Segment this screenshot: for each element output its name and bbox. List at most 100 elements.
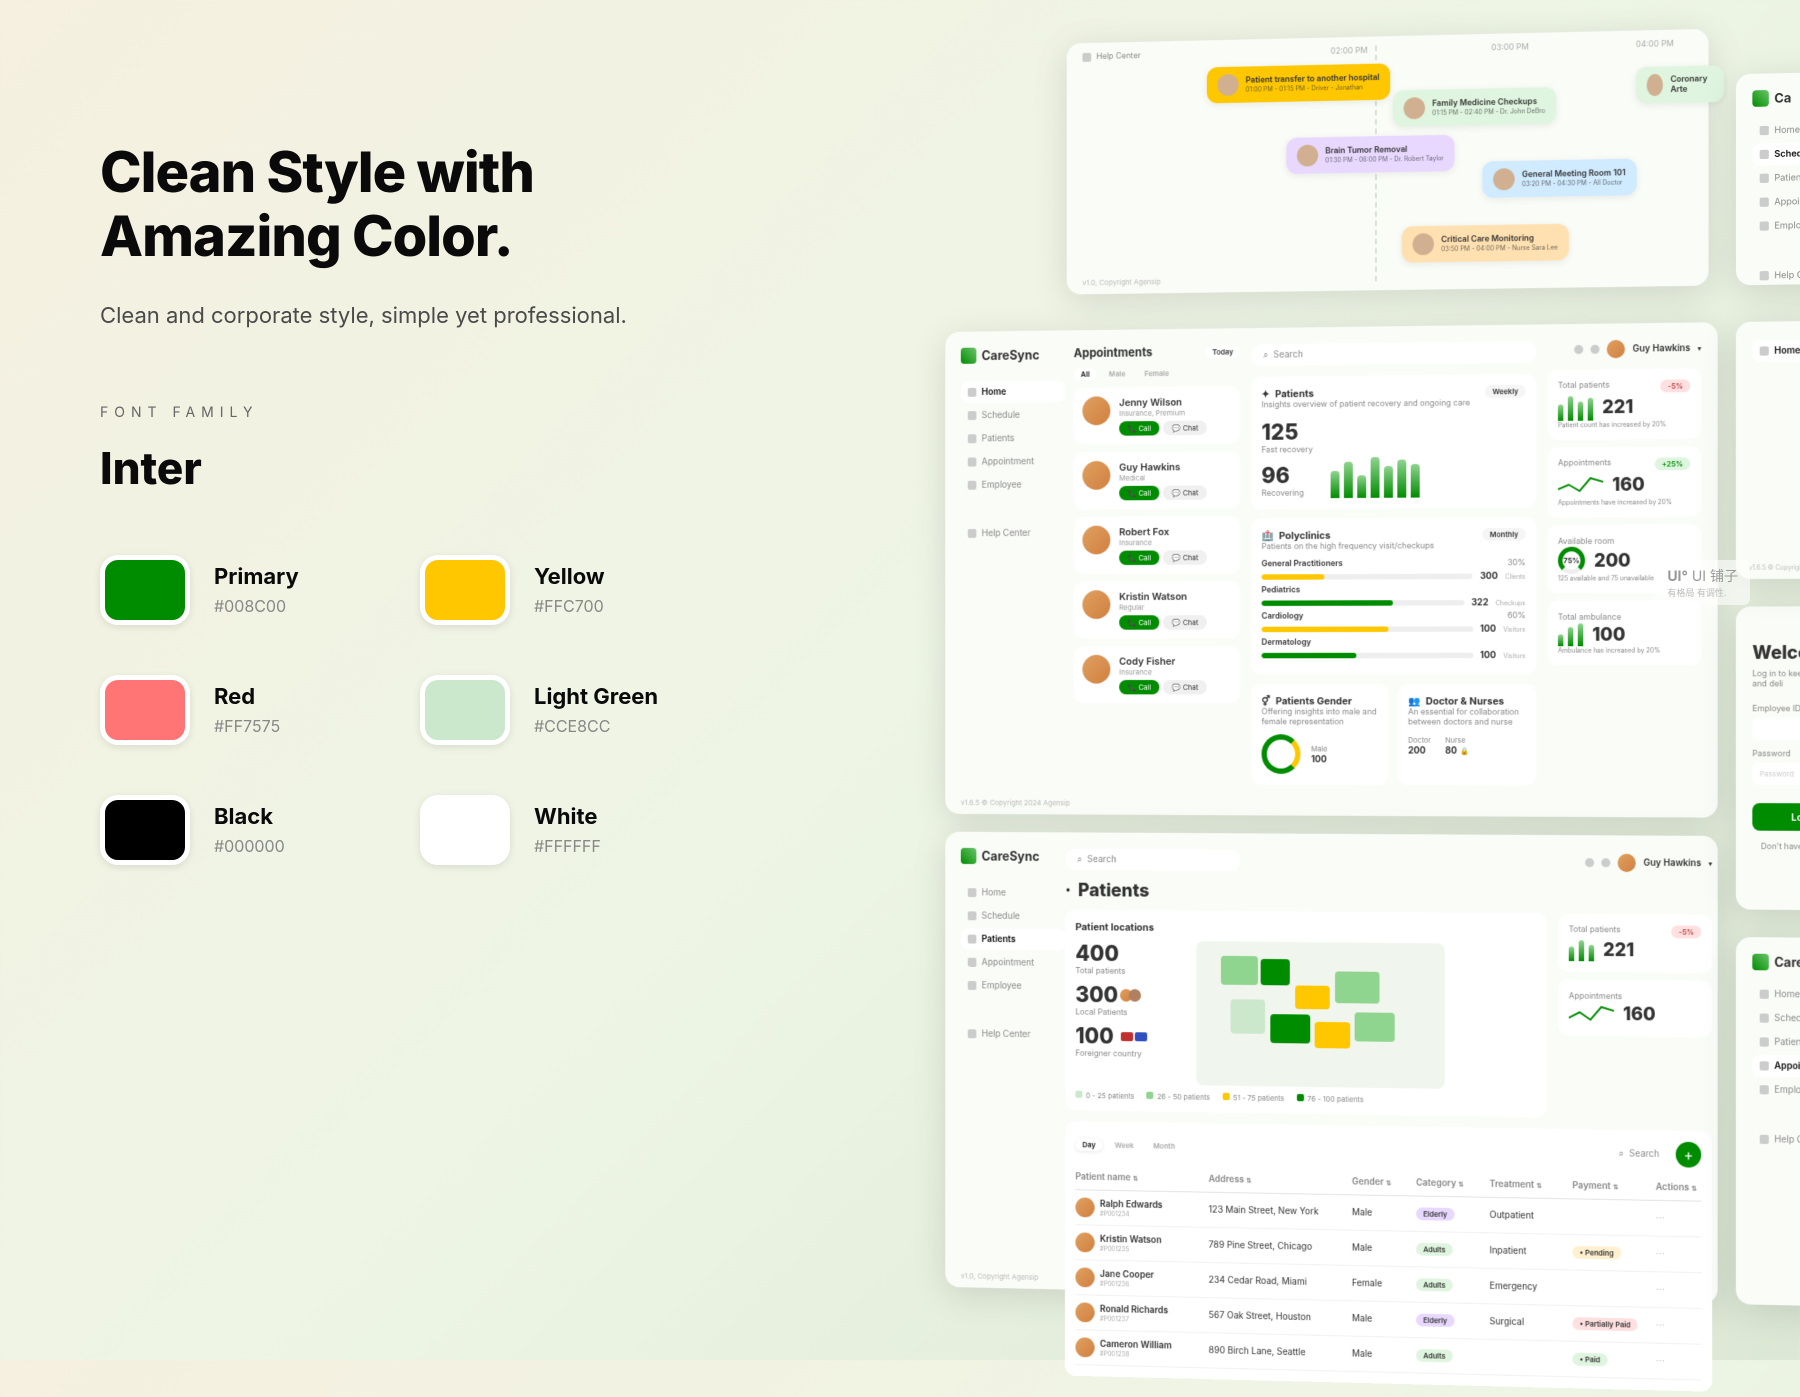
sidebar-item-schedule[interactable]: Schedule xyxy=(961,404,1065,426)
sidebar-item-schedule[interactable]: Schedule xyxy=(961,905,1065,927)
login-button[interactable]: Login xyxy=(1752,803,1800,831)
headline-line1: Clean Style with xyxy=(100,140,700,204)
footer-copyright: v1.0, Copyright Agensip xyxy=(1082,277,1160,287)
no-account-link[interactable]: Don't have an account xyxy=(1752,842,1800,853)
more-icon[interactable]: ⋯ xyxy=(1656,1213,1701,1225)
timeline-event[interactable]: Family Medicine Checkups01:15 PM - 02:40… xyxy=(1393,87,1556,127)
user-name[interactable]: Guy Hawkins xyxy=(1633,343,1691,355)
sidebar-item-appointment[interactable]: Appointment xyxy=(961,951,1065,974)
patients-panel-sub: Insights overview of patient recovery an… xyxy=(1262,398,1526,411)
chat-button[interactable]: 💬 Chat xyxy=(1163,485,1207,500)
password-input[interactable]: Password xyxy=(1752,763,1800,785)
chat-button[interactable]: 💬 Chat xyxy=(1163,680,1207,694)
call-button[interactable]: 📞 Call xyxy=(1119,615,1160,629)
sidebar-item-home[interactable]: Home xyxy=(961,381,1065,404)
sidebar-item-home[interactable]: Home xyxy=(1752,118,1800,142)
sidebar-item-schedule[interactable]: Schedule xyxy=(1752,1007,1800,1030)
help-center-link[interactable]: Help Center xyxy=(1096,51,1140,62)
chat-button[interactable]: 💬 Chat xyxy=(1163,615,1207,629)
add-button[interactable]: + xyxy=(1676,1142,1701,1168)
sidebar-item-patients[interactable]: Patients xyxy=(961,928,1065,950)
us-map xyxy=(1196,941,1444,1089)
timeline-event[interactable]: Coronary Arte xyxy=(1636,65,1724,103)
monthly-dropdown[interactable]: Monthly xyxy=(1483,528,1526,541)
search-input[interactable]: ⌕ Search xyxy=(1251,341,1536,366)
sidebar-item-appointment[interactable]: Appointment xyxy=(961,451,1065,473)
sidebar-item-appointment[interactable]: Appointment xyxy=(1752,189,1800,213)
search-input[interactable]: ⌕Search xyxy=(1065,849,1240,872)
timeline-event[interactable]: Patient transfer to another hospital01:0… xyxy=(1207,63,1390,103)
call-button[interactable]: 📞 Call xyxy=(1119,486,1160,501)
sidebar-item-patients[interactable]: Patients xyxy=(961,427,1065,449)
mockup-dashboard-home: CareSync HomeSchedulePatientsAppointment… xyxy=(945,322,1717,817)
timeline-event[interactable]: Critical Care Monitoring03:50 PM - 04:00… xyxy=(1402,224,1569,263)
more-icon[interactable]: ⋯ xyxy=(1656,1248,1701,1260)
sidebar-item-employee[interactable]: Employee xyxy=(961,975,1065,998)
patients-icon xyxy=(968,434,977,443)
user-avatar[interactable] xyxy=(1607,340,1625,358)
sidebar-item-patients[interactable]: Patients xyxy=(1752,166,1800,190)
chevron-down-icon[interactable]: ▾ xyxy=(1709,859,1713,868)
call-button[interactable]: 📞 Call xyxy=(1119,680,1160,694)
more-icon[interactable]: ⋯ xyxy=(1656,1356,1701,1368)
user-name[interactable]: Guy Hawkins xyxy=(1643,858,1701,869)
appointment-card[interactable]: Cody FisherInsurance📞 Call💬 Chat xyxy=(1074,646,1241,704)
sparkle-icon: ✦ xyxy=(1262,387,1270,400)
sidebar-item-employee[interactable]: Employee xyxy=(961,474,1065,496)
column-header[interactable]: Gender ⇅ xyxy=(1352,1176,1405,1188)
call-button[interactable]: 📞 Call xyxy=(1119,421,1160,436)
call-button[interactable]: 📞 Call xyxy=(1119,550,1160,565)
user-avatar[interactable] xyxy=(1618,854,1636,872)
timeline-event[interactable]: Brain Tumor Removal01:30 PM - 06:00 PM -… xyxy=(1286,135,1454,174)
more-icon[interactable]: ⋯ xyxy=(1656,1284,1701,1296)
sidebar-item-appointment[interactable]: Appointment xyxy=(1752,1055,1800,1079)
column-header[interactable]: Actions ⇅ xyxy=(1656,1182,1701,1194)
appointment-card[interactable]: Guy HawkinsMedical📞 Call💬 Chat xyxy=(1074,451,1241,510)
gear-icon[interactable] xyxy=(1585,858,1594,867)
sidebar-item-help[interactable]: Help Center xyxy=(961,522,1065,544)
sidebar-item-employee[interactable]: Employee xyxy=(1752,1079,1800,1103)
weekly-dropdown[interactable]: Weekly xyxy=(1485,385,1525,398)
appointment-card[interactable]: Jenny WilsonInsurance, Premium📞 Call💬 Ch… xyxy=(1074,386,1241,445)
sidebar-item-home[interactable]: Home xyxy=(1752,339,1800,362)
bell-icon[interactable] xyxy=(1591,345,1600,354)
gear-icon[interactable] xyxy=(1575,345,1584,354)
tab-day[interactable]: Day xyxy=(1075,1138,1102,1151)
tab-male[interactable]: Male xyxy=(1102,367,1132,380)
employee-icon xyxy=(968,481,977,490)
chevron-down-icon[interactable]: ▾ xyxy=(1698,344,1702,353)
tab-female[interactable]: Female xyxy=(1138,367,1176,380)
column-header[interactable]: Payment ⇅ xyxy=(1572,1180,1644,1192)
mini-bar-chart xyxy=(1558,622,1583,646)
tab-month[interactable]: Month xyxy=(1146,1139,1182,1152)
sidebar-item-home[interactable]: Home xyxy=(1752,983,1800,1006)
tab-week[interactable]: Week xyxy=(1108,1139,1141,1152)
column-header[interactable]: Category ⇅ xyxy=(1416,1177,1479,1189)
more-icon[interactable]: ⋯ xyxy=(1656,1320,1701,1332)
employee-id-input[interactable] xyxy=(1752,718,1800,740)
appointment-card[interactable]: Robert FoxInsurance📞 Call💬 Chat xyxy=(1074,516,1241,574)
sidebar-item-help[interactable]: Help Center xyxy=(1752,1128,1800,1152)
sidebar-item-schedule[interactable]: Schedule xyxy=(1752,142,1800,166)
column-header[interactable]: Treatment ⇅ xyxy=(1490,1179,1562,1191)
today-filter[interactable]: Today xyxy=(1205,345,1240,358)
swatch-primary: Primary#008C00 xyxy=(100,555,380,625)
sidebar-item-employee[interactable]: Employee xyxy=(1752,213,1800,237)
column-header[interactable]: Address ⇅ xyxy=(1209,1174,1342,1187)
doctor-nurse-title: Doctor & Nurses xyxy=(1426,695,1504,708)
bell-icon[interactable] xyxy=(1602,858,1611,867)
tab-all[interactable]: All xyxy=(1074,368,1097,381)
appointment-card[interactable]: Kristin WatsonRegular📞 Call💬 Chat xyxy=(1074,581,1241,639)
sidebar-item-home[interactable]: Home xyxy=(961,882,1065,904)
timeline-event[interactable]: General Meeting Room 10103:20 PM - 04:30… xyxy=(1482,159,1636,198)
color-chip xyxy=(100,555,190,625)
chat-button[interactable]: 💬 Chat xyxy=(1163,550,1207,565)
headline-line2: Amazing Color. xyxy=(100,204,700,268)
sidebar-item-patients[interactable]: Patients xyxy=(1752,1031,1800,1054)
sidebar-item-help[interactable]: Help Center xyxy=(961,1023,1065,1046)
column-header[interactable]: Patient name ⇅ xyxy=(1075,1171,1198,1184)
table-search[interactable]: ⌕Search xyxy=(1610,1144,1669,1163)
chat-button[interactable]: 💬 Chat xyxy=(1163,421,1207,436)
sidebar-item-help[interactable]: Help Center xyxy=(1752,263,1800,287)
people-icon: 👥 xyxy=(1408,695,1420,708)
